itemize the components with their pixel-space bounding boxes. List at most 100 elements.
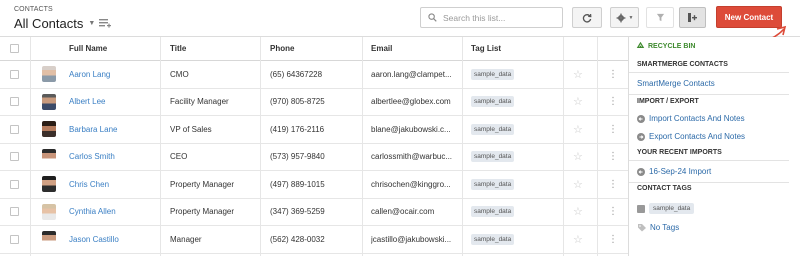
arrow-left-circle-icon	[637, 114, 645, 123]
star-icon[interactable]: ☆	[573, 144, 585, 171]
more-options-icon[interactable]: ⋮	[609, 61, 617, 88]
table-header-row: Full Name Title Phone Email Tag List	[0, 37, 628, 61]
right-sidebar: RECYCLE BIN SMARTMERGE CONTACTS SmartMer…	[628, 37, 800, 256]
row-checkbox[interactable]	[10, 179, 19, 189]
no-tags-link[interactable]: No Tags	[637, 223, 679, 232]
row-checkbox[interactable]	[10, 234, 19, 244]
recycle-bin-label[interactable]: RECYCLE BIN	[648, 43, 695, 50]
tag-chip[interactable]: sample_data	[471, 233, 515, 245]
avatar	[42, 176, 56, 193]
avatar	[42, 203, 56, 220]
table-row[interactable]: Albert Lee Facility Manager (970) 805-87…	[0, 89, 628, 116]
import-export-heading: IMPORT / EXPORT	[637, 98, 699, 105]
table-row[interactable]: Chris Chen Property Manager (497) 889-10…	[0, 171, 628, 199]
recent-imports-heading: YOUR RECENT IMPORTS	[637, 149, 722, 156]
recycle-icon	[636, 42, 645, 48]
contact-name-link[interactable]: Albert Lee	[69, 97, 105, 106]
export-contacts-label[interactable]: Export Contacts And Notes	[649, 132, 745, 141]
contact-name-link[interactable]: Aaron Lang	[69, 70, 110, 79]
columns-button[interactable]	[679, 7, 706, 28]
recent-import-link[interactable]: 16-Sep-24 Import	[637, 167, 711, 176]
divider	[629, 94, 789, 95]
contact-name-link[interactable]: Chris Chen	[69, 180, 109, 189]
row-checkbox[interactable]	[10, 152, 19, 162]
column-header-title[interactable]: Title	[170, 37, 260, 60]
import-contacts-label[interactable]: Import Contacts And Notes	[649, 114, 745, 123]
more-options-icon[interactable]: ⋮	[609, 116, 617, 143]
contact-phone: (970) 805-8725	[270, 97, 325, 107]
more-options-icon[interactable]: ⋮	[609, 171, 617, 198]
tag-chip[interactable]: sample_data	[471, 96, 515, 108]
tag-chip[interactable]: sample_data	[471, 123, 515, 135]
star-icon[interactable]: ☆	[573, 89, 585, 116]
page-title[interactable]: All Contacts	[14, 16, 83, 31]
star-icon[interactable]: ☆	[573, 116, 585, 143]
column-divider	[462, 37, 463, 256]
tag-chip[interactable]: sample_data	[471, 151, 515, 163]
table-row[interactable]: Cynthia Allen Property Manager (347) 369…	[0, 199, 628, 226]
chevron-down-icon: ▼	[628, 14, 634, 21]
filter-button[interactable]	[646, 7, 674, 28]
tag-chip[interactable]: sample_data	[471, 206, 515, 218]
import-contacts-link[interactable]: Import Contacts And Notes	[637, 114, 745, 123]
row-checkbox[interactable]	[10, 69, 19, 79]
table-row[interactable]: Aaron Lang CMO (65) 64367228 aaron.lang@…	[0, 61, 628, 89]
recent-import-label[interactable]: 16-Sep-24 Import	[649, 167, 711, 176]
table-row[interactable]: Carlos Smith CEO (573) 957-9840 carlossm…	[0, 144, 628, 171]
select-all-checkbox[interactable]	[10, 44, 19, 53]
page-header: CONTACTS All Contacts ▼ ▼	[0, 0, 800, 37]
row-checkbox[interactable]	[10, 207, 19, 217]
row-checkbox[interactable]	[10, 97, 19, 107]
column-header-email[interactable]: Email	[371, 37, 466, 60]
more-options-icon[interactable]: ⋮	[609, 226, 617, 253]
star-icon[interactable]: ☆	[573, 171, 585, 198]
more-options-icon[interactable]: ⋮	[609, 199, 617, 226]
search-input[interactable]	[443, 12, 553, 23]
contact-name-link[interactable]: Carlos Smith	[69, 152, 115, 161]
smartmerge-contacts-link[interactable]: SmartMerge Contacts	[637, 79, 715, 88]
breadcrumb[interactable]: CONTACTS	[14, 6, 53, 13]
divider	[629, 72, 789, 73]
column-header-phone[interactable]: Phone	[270, 37, 365, 60]
search-box[interactable]	[420, 7, 563, 28]
tag-chip[interactable]: sample_data	[471, 178, 515, 190]
export-contacts-link[interactable]: Export Contacts And Notes	[637, 132, 745, 141]
star-icon[interactable]: ☆	[573, 61, 585, 88]
star-icon[interactable]: ☆	[573, 226, 585, 253]
contact-email: chrisochen@kinggro...	[371, 179, 451, 189]
contact-name-link[interactable]: Jason Castillo	[69, 235, 119, 244]
contact-name-link[interactable]: Cynthia Allen	[69, 207, 116, 216]
contact-title: Facility Manager	[170, 97, 229, 107]
contact-title: Manager	[170, 234, 202, 244]
row-checkbox[interactable]	[10, 124, 19, 134]
table-row[interactable]: Barbara Lane VP of Sales (419) 176-2116 …	[0, 116, 628, 144]
tag-chip[interactable]: sample_data	[471, 68, 515, 80]
contact-title: VP of Sales	[170, 124, 212, 134]
more-options-icon[interactable]: ⋮	[609, 144, 617, 171]
column-header-tag-list[interactable]: Tag List	[471, 37, 561, 60]
avatar	[42, 148, 56, 165]
tag-filter-item[interactable]: sample_data	[637, 203, 695, 214]
column-divider	[30, 37, 31, 256]
column-header-full-name[interactable]: Full Name	[69, 37, 164, 60]
contact-phone: (497) 889-1015	[270, 179, 325, 189]
refresh-button[interactable]	[572, 7, 602, 28]
contact-phone: (347) 369-5259	[270, 207, 325, 217]
tag-chip[interactable]: sample_data	[649, 203, 695, 214]
settings-menu-button[interactable]: ▼	[610, 7, 639, 28]
column-divider	[362, 37, 363, 256]
more-options-icon[interactable]: ⋮	[609, 89, 617, 116]
columns-icon	[688, 13, 697, 22]
refresh-icon	[582, 13, 592, 23]
contact-phone: (419) 176-2116	[270, 124, 325, 134]
list-settings-icon[interactable]	[99, 19, 111, 29]
arrow-left-circle-icon	[637, 167, 645, 176]
star-icon[interactable]: ☆	[573, 199, 585, 226]
contact-email: blane@jakubowski.c...	[371, 124, 451, 134]
table-row[interactable]: Jason Castillo Manager (562) 428-0032 jc…	[0, 226, 628, 254]
recycle-bin-link[interactable]: RECYCLE BIN	[636, 42, 695, 51]
no-tags-label[interactable]: No Tags	[650, 223, 679, 232]
chevron-down-icon[interactable]: ▼	[88, 20, 95, 27]
contact-name-link[interactable]: Barbara Lane	[69, 125, 117, 134]
list-selector[interactable]: All Contacts ▼	[14, 16, 95, 31]
